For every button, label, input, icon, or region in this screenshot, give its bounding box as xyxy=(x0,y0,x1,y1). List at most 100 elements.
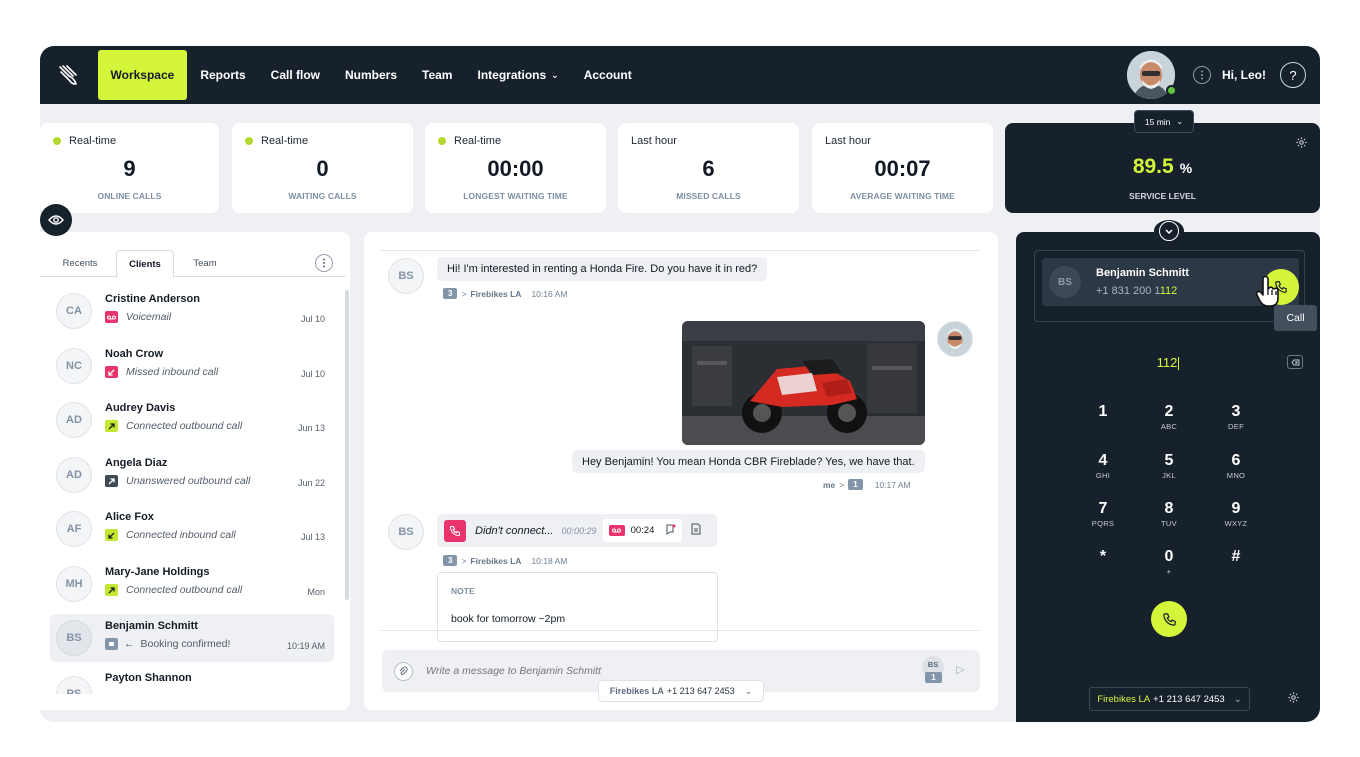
key-2[interactable]: 2 ABC xyxy=(1139,403,1199,431)
note-title: NOTE xyxy=(451,586,475,596)
key-digit: 2 xyxy=(1164,403,1174,420)
client-row[interactable]: AD Audrey Davis Connected outbound call … xyxy=(50,396,334,444)
client-date: 10:19 AM xyxy=(286,641,325,651)
key-digit: 7 xyxy=(1098,500,1108,517)
client-last-activity: Voicemail xyxy=(105,311,171,323)
key-hash[interactable]: # xyxy=(1206,548,1266,567)
dial-input[interactable]: 112 xyxy=(1016,355,1320,371)
help-button[interactable]: ? xyxy=(1280,62,1306,88)
transcript-icon[interactable] xyxy=(691,522,701,540)
client-date: Jul 10 xyxy=(300,369,325,379)
stat-caption: WAITING CALLS xyxy=(288,191,357,201)
nav-numbers[interactable]: Numbers xyxy=(333,50,410,100)
live-dot-icon xyxy=(245,137,253,145)
key-digit: 3 xyxy=(1231,403,1241,420)
client-row-selected[interactable]: BS Benjamin Schmitt ← Booking confirmed!… xyxy=(50,614,334,662)
visibility-eye-icon[interactable] xyxy=(40,204,72,236)
client-row[interactable]: AD Angela Diaz Unanswered outbound call … xyxy=(50,451,334,499)
key-6[interactable]: 6 MNO xyxy=(1206,452,1266,480)
nav-team[interactable]: Team xyxy=(410,50,465,100)
caller-id-select[interactable]: Firebikes LA +1 213 647 2453 ⌄ xyxy=(1089,687,1250,711)
tab-recents[interactable]: Recents xyxy=(50,250,110,277)
tab-team[interactable]: Team xyxy=(180,250,230,277)
list-options-icon[interactable] xyxy=(315,254,333,272)
backspace-icon[interactable] xyxy=(1287,355,1303,369)
text-cursor xyxy=(1178,357,1180,371)
client-date: Jun 13 xyxy=(297,423,325,433)
key-9[interactable]: 9 WXYZ xyxy=(1206,500,1266,528)
contact-name: Benjamin Schmitt xyxy=(1096,267,1189,279)
attachment-icon[interactable] xyxy=(394,662,413,681)
stat-period-label: Real-time xyxy=(261,135,309,147)
stat-period: Real-time xyxy=(438,135,501,147)
stat-value: 0 xyxy=(316,156,329,181)
settings-gear-icon[interactable] xyxy=(1295,136,1308,154)
stat-period: Real-time xyxy=(245,135,308,147)
key-digit: 8 xyxy=(1164,500,1174,517)
dial-call-button[interactable] xyxy=(1151,601,1187,637)
service-level-number: 89.5 xyxy=(1132,155,1174,178)
nav-call-flow[interactable]: Call flow xyxy=(258,50,332,100)
key-0[interactable]: 0 + xyxy=(1139,548,1199,576)
key-8[interactable]: 8 TUV xyxy=(1139,500,1199,528)
client-row[interactable]: AF Alice Fox Connected inbound call Jul … xyxy=(50,505,334,553)
key-7[interactable]: 7 PQRS xyxy=(1073,500,1133,528)
list-scrollbar[interactable] xyxy=(345,290,349,600)
client-row[interactable]: NC Noah Crow Missed inbound call Jul 10 xyxy=(50,342,334,390)
client-status-text: Voicemail xyxy=(126,311,172,323)
service-level-caption: SERVICE LEVEL xyxy=(1129,191,1196,201)
dialer-settings-icon[interactable] xyxy=(1287,691,1300,709)
key-4[interactable]: 4 GHI xyxy=(1073,452,1133,480)
key-star[interactable]: * xyxy=(1073,548,1133,567)
client-name: Payton Shannon xyxy=(105,672,192,684)
number-prefix: +1 831 200 1 xyxy=(1096,285,1160,297)
client-last-activity: Unanswered outbound call xyxy=(105,475,250,487)
count-badge: 3 xyxy=(443,288,458,299)
chevron-down-icon: ⌄ xyxy=(1233,693,1242,705)
client-name: Noah Crow xyxy=(105,348,164,360)
line-name: Firebikes LA xyxy=(1097,693,1151,705)
period-select[interactable]: 15 min ⌄ xyxy=(1134,110,1194,133)
tab-clients[interactable]: Clients xyxy=(116,250,174,278)
client-status-text: Connected inbound call xyxy=(126,529,236,541)
key-5[interactable]: 5 JKL xyxy=(1139,452,1199,480)
chevron-down-icon: ⌄ xyxy=(551,69,559,80)
nav-label: Team xyxy=(422,68,453,82)
brand-logo-icon[interactable] xyxy=(40,46,98,104)
send-icon[interactable]: ▷ xyxy=(956,663,964,676)
outgoing-number-select[interactable]: Firebikes LA +1 213 647 2453 ⌄ xyxy=(598,680,764,702)
nav-integrations[interactable]: Integrations ⌄ xyxy=(465,50,571,100)
line-name: Firebikes LA xyxy=(470,555,522,566)
client-avatar: AD xyxy=(56,457,92,493)
contact-avatar: BS xyxy=(1049,266,1081,298)
client-avatar: CA xyxy=(56,293,92,329)
nav-label: Workspace xyxy=(110,68,175,82)
stat-online-calls: Real-time 9 ONLINE CALLS xyxy=(40,123,219,213)
message-input[interactable] xyxy=(426,662,866,680)
help-icon: ? xyxy=(1289,67,1297,83)
voicemail-player[interactable]: 00:24 xyxy=(602,519,683,542)
live-dot-icon xyxy=(438,137,446,145)
voicemail-flag-icon[interactable] xyxy=(666,522,676,540)
divider xyxy=(380,630,980,631)
nav-reports[interactable]: Reports xyxy=(188,50,258,100)
chevron-down-icon: ⌄ xyxy=(1176,117,1184,126)
line-name: Firebikes LA xyxy=(609,686,664,696)
more-options-icon[interactable] xyxy=(1193,66,1211,84)
key-1[interactable]: 1 xyxy=(1073,403,1133,422)
client-row[interactable]: MH Mary-Jane Holdings Connected outbound… xyxy=(50,560,334,608)
collapse-toggle[interactable] xyxy=(1154,220,1184,242)
nav-workspace[interactable]: Workspace xyxy=(98,50,187,100)
client-row[interactable]: CA Cristine Anderson Voicemail Jul 10 xyxy=(50,287,334,335)
call-record: Didn't connect... 00:00:29 00:24 xyxy=(437,514,717,547)
hand-cursor-icon xyxy=(1255,275,1281,313)
motorcycle-photo[interactable] xyxy=(682,321,925,445)
key-3[interactable]: 3 DEF xyxy=(1206,403,1266,431)
user-avatar[interactable] xyxy=(1127,51,1177,99)
nav-account[interactable]: Account xyxy=(571,50,644,100)
contacts-panel: Recents Clients Team CA Cristine Anderso… xyxy=(40,232,350,710)
stat-period-label: Real-time xyxy=(454,135,502,147)
client-row[interactable]: PS Payton Shannon xyxy=(50,670,334,694)
client-last-activity: Connected outbound call xyxy=(105,420,242,432)
user-area: Hi, Leo! ? xyxy=(1127,46,1306,104)
